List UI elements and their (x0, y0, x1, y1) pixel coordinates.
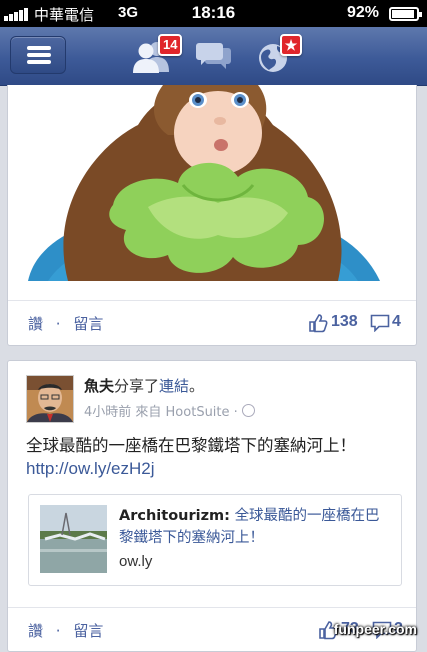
navigation-bar: 14 ★ (0, 27, 427, 86)
comment-count[interactable]: 4 (392, 313, 401, 331)
shared-link-preview[interactable]: Architourizm: 全球最酷的一座橋在巴黎鐵塔下的塞納河上！ ow.ly (28, 494, 402, 586)
star-icon: ★ (284, 37, 298, 53)
shared-link-source: Architourizm: (119, 508, 230, 524)
comment-link[interactable]: 留言 (73, 622, 103, 640)
author-portrait (27, 376, 73, 422)
thumbs-up-icon (309, 314, 328, 333)
post-photo[interactable] (8, 85, 382, 281)
post-text: 全球最酷的一座橋在巴黎鐵塔下的塞納河上！ (26, 436, 356, 455)
post-action-bar: 讚 · 留言 138 4 (8, 300, 416, 345)
author-name[interactable]: 魚夫 (84, 377, 114, 395)
feed-post-link: 魚夫分享了連結。 4小時前 來自 HootSuite · 全球最酷的一座橋在巴黎… (7, 360, 417, 652)
baby-costume-photo (8, 85, 382, 281)
like-link[interactable]: 讚 (28, 622, 43, 640)
messages-button[interactable] (196, 42, 232, 76)
headline-period: 。 (189, 377, 205, 395)
link-word[interactable]: 連結 (159, 377, 189, 395)
feed-post-photo: 讚 · 留言 138 4 (7, 85, 417, 346)
author-avatar[interactable] (26, 375, 74, 423)
separator-dot: · (55, 315, 61, 333)
status-bar: 中華電信 3G 18:16 92% (0, 0, 427, 27)
menu-button[interactable] (10, 36, 66, 74)
friend-requests-button[interactable]: 14 (132, 34, 183, 77)
bridge-photo (40, 505, 107, 573)
post-timestamp[interactable]: 4小時前 來自 HootSuite · (84, 405, 238, 420)
site-watermark: funpeer.com (333, 621, 417, 637)
like-link[interactable]: 讚 (28, 315, 43, 333)
friend-requests-badge: 14 (158, 34, 183, 56)
post-url-link[interactable]: http://ow.ly/ezH2j (26, 459, 155, 479)
comment-bubble-icon (370, 314, 390, 332)
link-thumbnail (40, 505, 107, 573)
battery-icon (389, 7, 422, 21)
chat-bubbles-icon (196, 43, 231, 69)
post-meta: 4小時前 來自 HootSuite · (84, 401, 255, 420)
shared-link-domain: ow.ly (119, 553, 153, 570)
notifications-badge: ★ (280, 34, 302, 56)
like-count[interactable]: 138 (331, 313, 358, 331)
notifications-button[interactable]: ★ (258, 34, 302, 80)
shared-text: 分享了 (114, 377, 160, 395)
separator-dot: · (55, 622, 61, 640)
shared-link-title: Architourizm: 全球最酷的一座橋在巴黎鐵塔下的塞納河上！ (119, 505, 391, 549)
battery-percentage: 92% (346, 4, 379, 21)
comment-link[interactable]: 留言 (73, 315, 103, 333)
post-headline: 魚夫分享了連結。 (84, 375, 204, 396)
public-globe-icon (241, 404, 255, 417)
